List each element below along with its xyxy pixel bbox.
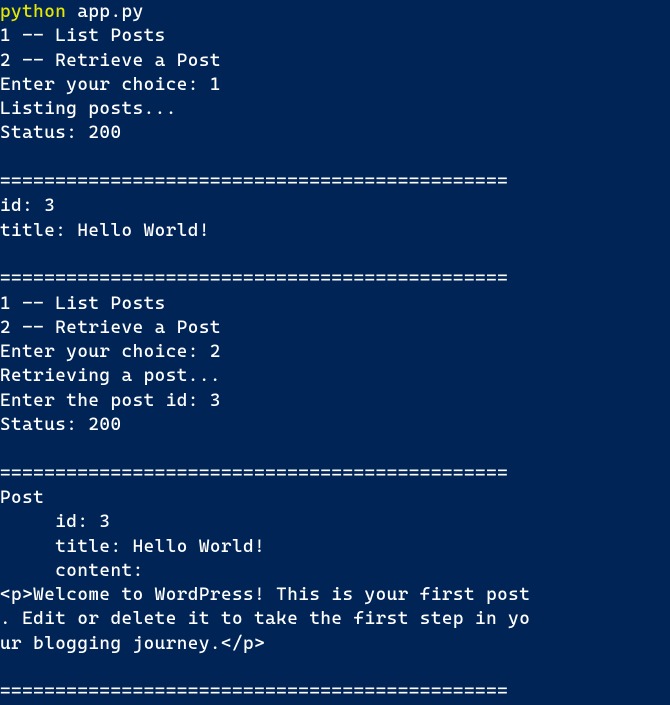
prompt2-choice: Enter your choice: 2 bbox=[0, 341, 221, 362]
menu2-option1: 1 -- List Posts bbox=[0, 293, 166, 314]
divider: ========================================… bbox=[0, 268, 508, 289]
run2-post-title: title: Hello World! bbox=[0, 536, 265, 557]
run2-post-content-line1: <p>Welcome to WordPress! This is your fi… bbox=[0, 584, 530, 605]
run2-action: Retrieving a post... bbox=[0, 365, 221, 386]
run2-post-id: id: 3 bbox=[0, 511, 110, 532]
run2-post-content-line2: . Edit or delete it to take the first st… bbox=[0, 608, 530, 629]
prompt1-choice: Enter your choice: 1 bbox=[0, 74, 221, 95]
divider: ========================================… bbox=[0, 681, 508, 702]
menu1-option1: 1 -- List Posts bbox=[0, 25, 166, 46]
run2-status: Status: 200 bbox=[0, 414, 122, 435]
run2-post-content-line3: ur blogging journey.</p> bbox=[0, 633, 265, 654]
divider: ========================================… bbox=[0, 463, 508, 484]
menu2-option2: 2 -- Retrieve a Post bbox=[0, 317, 221, 338]
run1-status: Status: 200 bbox=[0, 122, 122, 143]
menu1-option2: 2 -- Retrieve a Post bbox=[0, 50, 221, 71]
run2-post-content-label: content: bbox=[0, 560, 144, 581]
command-script: app.py bbox=[77, 1, 143, 22]
divider: ========================================… bbox=[0, 171, 508, 192]
command-prefix: python bbox=[0, 1, 66, 22]
run2-post-heading: Post bbox=[0, 487, 44, 508]
run1-post-id: id: 3 bbox=[0, 195, 55, 216]
run1-action: Listing posts... bbox=[0, 98, 177, 119]
prompt2-postid: Enter the post id: 3 bbox=[0, 390, 221, 411]
run1-post-title: title: Hello World! bbox=[0, 220, 210, 241]
